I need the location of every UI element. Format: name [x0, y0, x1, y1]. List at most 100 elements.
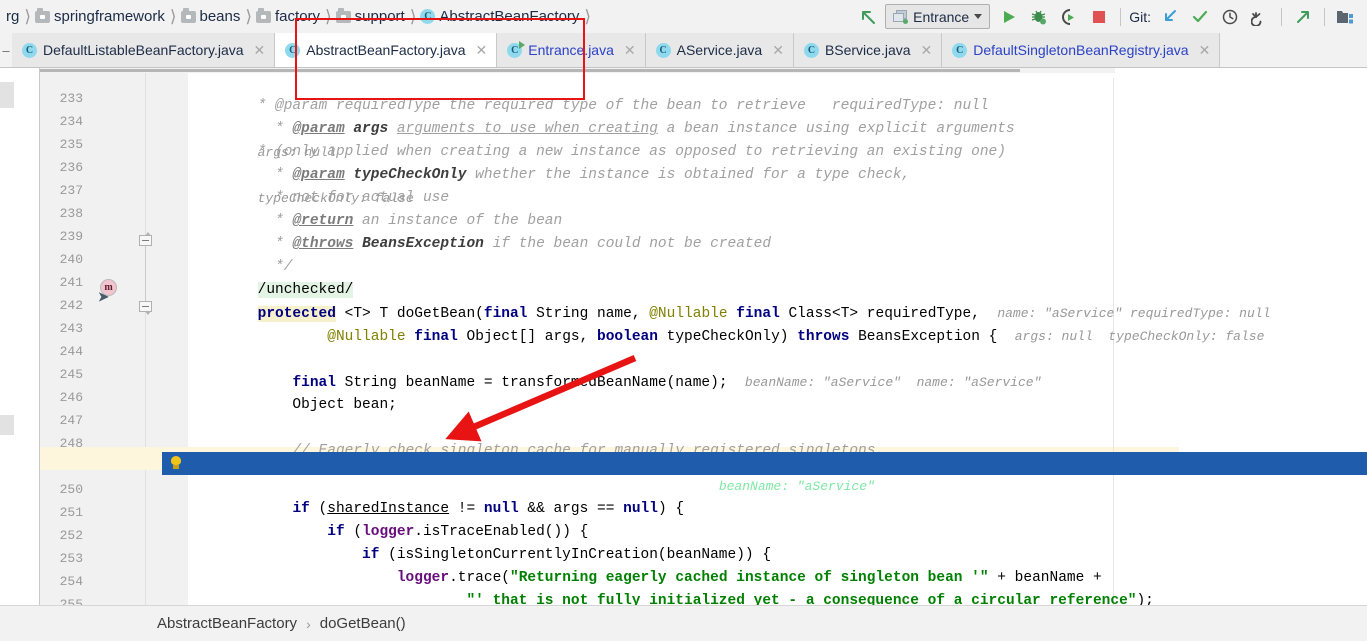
breadcrumb-separator-icon: ›	[306, 615, 311, 632]
breadcrumb-label: support	[354, 8, 405, 25]
line-number: 247	[59, 413, 83, 428]
close-icon[interactable]: ✕	[476, 43, 488, 57]
breadcrumb-item-beans[interactable]: beans ⟩	[180, 6, 257, 27]
tab-label: DefaultSingletonBeanRegistry.java	[973, 42, 1189, 58]
line-number: 235	[59, 137, 83, 152]
line-number: 242	[59, 298, 83, 313]
tab-BService[interactable]: C BService.java ✕	[793, 33, 943, 67]
line-number: 250	[59, 482, 83, 497]
intention-bulb-icon[interactable]	[169, 456, 183, 470]
folder-icon	[256, 7, 272, 23]
debug-bug-icon	[1032, 10, 1047, 24]
close-icon[interactable]: ✕	[1199, 43, 1211, 57]
line-number: 238	[59, 206, 83, 221]
rollback-undo-icon	[1251, 11, 1262, 26]
run-configuration-selector[interactable]: Entrance	[885, 4, 991, 29]
breadcrumb-class[interactable]: AbstractBeanFactory	[157, 615, 297, 632]
line-number: 252	[59, 528, 83, 543]
line-number: 236	[59, 160, 83, 175]
line-number: 251	[59, 505, 83, 520]
run-button[interactable]	[994, 4, 1024, 30]
tab-label: DefaultListableBeanFactory.java	[43, 42, 244, 58]
back-arrow-button[interactable]	[853, 4, 883, 30]
close-icon[interactable]: ✕	[921, 43, 933, 57]
line-number: 253	[59, 551, 83, 566]
toolbar-divider	[1281, 7, 1282, 26]
class-icon: C	[655, 42, 671, 58]
app-config-icon	[893, 9, 909, 24]
breadcrumb-label: AbstractBeanFactory	[439, 8, 580, 25]
debug-button[interactable]	[1024, 4, 1054, 30]
project-structure-button[interactable]	[1331, 4, 1361, 30]
line-number: 245	[59, 367, 83, 382]
editor-gutter[interactable]: 233 234 235 236 237 238 239 240 241 242 …	[40, 73, 188, 605]
class-icon: C	[22, 42, 37, 58]
code-fold-bar	[145, 246, 146, 301]
breadcrumb-item-support[interactable]: support ⟩	[335, 7, 421, 27]
close-icon[interactable]: ✕	[254, 43, 266, 57]
breadcrumb-top: rg ⟩ springframework ⟩ beans ⟩ factory ⟩…	[0, 7, 595, 27]
gutter-divider	[145, 73, 146, 605]
tab-AService[interactable]: C AService.java ✕	[645, 33, 794, 67]
breadcrumb-label: springframework	[53, 8, 165, 25]
back-arrow-icon	[862, 10, 876, 24]
tab-label: Entrance.java	[528, 42, 614, 58]
share-button[interactable]	[1288, 4, 1318, 30]
tab-AbstractBeanFactory[interactable]: C AbstractBeanFactory.java ✕	[275, 33, 498, 67]
breadcrumb-item-springframework[interactable]: springframework ⟩	[34, 6, 181, 27]
class-icon: C	[803, 42, 819, 58]
breadcrumb-leading-label: rg	[6, 8, 20, 25]
tab-list-overflow-indicator[interactable]: –	[0, 33, 12, 67]
close-icon[interactable]: ✕	[772, 43, 784, 57]
breadcrumb-method[interactable]: doGetBean()	[320, 615, 406, 632]
class-icon: C	[285, 42, 301, 58]
code-fold-end-icon[interactable]	[139, 301, 152, 315]
close-icon[interactable]: ✕	[624, 43, 636, 57]
method-override-arrow-icon: ➤	[98, 289, 109, 304]
stop-button[interactable]	[1084, 4, 1114, 30]
breadcrumb-separator-icon: ⟩	[24, 6, 31, 26]
external-link-arrow-icon	[1297, 10, 1309, 23]
tab-label: BService.java	[824, 42, 911, 58]
chevron-down-icon	[974, 14, 983, 19]
breadcrumb-separator-icon: ⟩	[169, 6, 177, 26]
project-structure-icon	[1337, 10, 1353, 23]
git-update-button[interactable]	[1155, 4, 1185, 30]
tab-Entrance[interactable]: C Entrance.java ✕	[497, 33, 646, 67]
line-number: 239	[59, 229, 83, 244]
top-toolbar: rg ⟩ springframework ⟩ beans ⟩ factory ⟩…	[0, 0, 1367, 33]
code-fold-start-icon[interactable]	[139, 232, 152, 246]
breadcrumb-item-abstractbeanfactory[interactable]: C AbstractBeanFactory ⟩	[420, 7, 595, 27]
left-panel-item[interactable]	[0, 82, 14, 108]
line-number: 241	[59, 275, 83, 290]
code-editor[interactable]: 233 234 235 236 237 238 239 240 241 242 …	[0, 68, 1367, 605]
run-with-coverage-icon	[1062, 8, 1075, 25]
class-icon: C	[420, 9, 436, 24]
tab-DefaultSingletonBeanRegistry[interactable]: C DefaultSingletonBeanRegistry.java ✕	[942, 33, 1221, 67]
run-with-coverage-button[interactable]	[1054, 4, 1084, 30]
left-panel-edge	[39, 68, 40, 605]
line-number: 233	[59, 91, 83, 106]
folder-icon	[335, 7, 351, 23]
breadcrumb-item-factory[interactable]: factory ⟩	[256, 7, 336, 27]
tab-DefaultListableBeanFactory[interactable]: C DefaultListableBeanFactory.java ✕	[12, 33, 276, 67]
breadcrumb-separator-icon: ⟩	[245, 6, 253, 26]
left-tool-window-clipped[interactable]: an an ea de - r ep	[0, 68, 40, 605]
line-number: 246	[59, 390, 83, 405]
git-history-button[interactable]	[1215, 4, 1245, 30]
run-icon	[1004, 10, 1016, 23]
git-rollback-button[interactable]	[1245, 4, 1275, 30]
left-panel-item[interactable]	[0, 415, 14, 435]
line-number: 240	[59, 252, 83, 267]
git-commit-button[interactable]	[1185, 4, 1215, 30]
folder-icon	[180, 7, 196, 23]
editor-tab-bar: – C DefaultListableBeanFactory.java ✕ C …	[0, 33, 1367, 68]
bottom-breadcrumb-bar: AbstractBeanFactory › doGetBean()	[0, 605, 1367, 641]
breadcrumb-separator-icon: ⟩	[325, 6, 332, 26]
code-text-area[interactable]: * @param requiredType the required type …	[162, 73, 1367, 605]
runnable-class-icon: C	[507, 42, 523, 58]
line-number: 243	[59, 321, 83, 336]
breadcrumb-leading: rg ⟩	[2, 7, 35, 27]
